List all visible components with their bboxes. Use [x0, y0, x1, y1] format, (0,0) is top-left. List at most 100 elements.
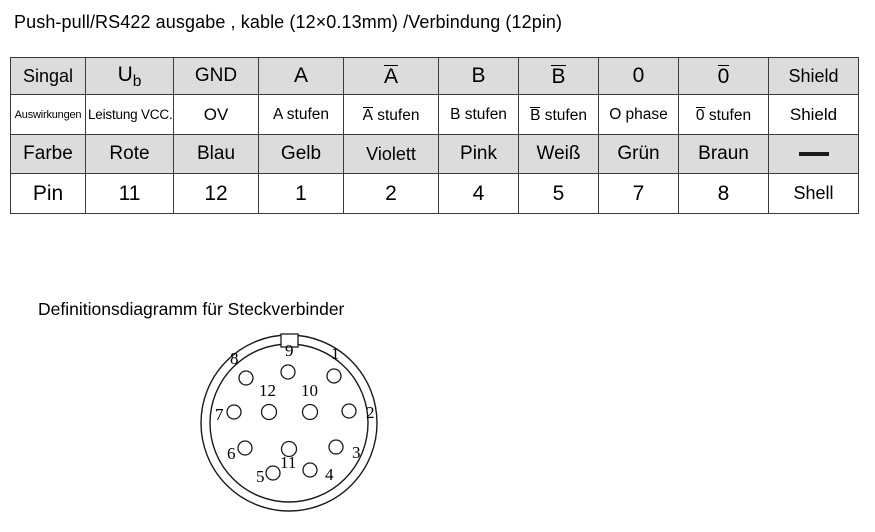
connector-pin-label-8: 8 — [230, 349, 239, 368]
cell-suffix: stufen — [704, 106, 752, 124]
cell-text: 4 — [472, 181, 485, 205]
cell-text: A — [383, 65, 398, 88]
cell-text: Rote — [109, 143, 150, 164]
connector-pin-4 — [302, 462, 318, 478]
connector-pin-label-4: 4 — [325, 465, 334, 484]
connector-pin-8 — [238, 370, 254, 386]
table-cell: 8 — [678, 173, 769, 214]
table-cell: Farbe — [10, 134, 86, 174]
cell-text: OV — [203, 104, 229, 124]
cell-text: 1 — [295, 181, 307, 205]
connector-pin-label-12: 12 — [259, 381, 276, 400]
cell-text: Shield — [788, 65, 839, 86]
table-cell: OV — [173, 94, 259, 135]
page-title: Push-pull/RS422 ausgabe , kable (12×0.13… — [14, 12, 563, 32]
cell-text: 11 — [118, 181, 141, 205]
table-header-cell: GND — [173, 57, 259, 95]
cell-suffix: stufen — [372, 106, 420, 124]
table-header-cell: B — [438, 57, 519, 95]
table-row: Farbe Rote Blau Gelb Violett Pink Weiß Grün Brau… — [10, 134, 859, 174]
cell-text: Pin — [32, 181, 64, 205]
cell-suffix: stufen — [540, 106, 587, 124]
table-cell: 11 — [85, 173, 174, 214]
table-cell: Blau — [173, 134, 259, 174]
table-header-cell: Singal — [10, 57, 86, 95]
table-cell: 12 — [173, 173, 259, 214]
cell-text: Gelb — [280, 143, 322, 164]
table-cell: 4 — [438, 173, 519, 214]
cell-text: Pink — [460, 143, 497, 164]
table-cell: 0 stufen — [678, 94, 769, 135]
cell-subscript: b — [132, 72, 142, 90]
pinout-table: Singal Ub GND A A B B 0 0 Shield Auswirkungen Leist… — [10, 57, 859, 214]
table-cell: Leistung VCC. — [85, 94, 174, 135]
table-header-cell: B — [518, 57, 599, 95]
cell-text: Blau — [196, 143, 236, 164]
connector-pin-label-3: 3 — [352, 443, 361, 462]
connector-pin-2 — [341, 403, 357, 419]
cell-text: Weiß — [536, 143, 581, 164]
cell-text: B — [471, 64, 486, 87]
connector-pinout-diagram: 1 2 3 4 5 6 7 8 9 10 11 12 — [188, 328, 388, 528]
dash-mark — [798, 151, 829, 156]
table-row: Pin 11 12 1 2 4 5 7 8 Shell — [10, 173, 859, 214]
table-header-cell: A — [343, 57, 439, 95]
cell-text: 5 — [552, 181, 565, 205]
connector-pin-label-5: 5 — [256, 467, 265, 486]
connector-pin-label-6: 6 — [227, 444, 236, 463]
connector-pin-label-7: 7 — [215, 405, 224, 424]
table-cell: Gelb — [258, 134, 344, 174]
table-cell: 1 — [258, 173, 344, 214]
connector-pin-label-2: 2 — [366, 403, 375, 422]
table-row: Singal Ub GND A A B B 0 0 Shield — [10, 57, 859, 95]
table-header-cell: Ub — [85, 57, 174, 95]
table-cell: Braun — [678, 134, 769, 174]
cell-text: 0 — [717, 65, 730, 88]
table-cell: B stufen — [518, 94, 599, 135]
cell-text: GND — [194, 65, 238, 86]
table-header-cell: A — [258, 57, 344, 95]
cell-text: Shield — [789, 104, 838, 124]
table-cell: 7 — [598, 173, 679, 214]
table-cell: B stufen — [438, 94, 519, 135]
connector-pin-9 — [280, 364, 296, 380]
cell-text: 0 — [695, 106, 705, 124]
cell-text: Farbe — [23, 143, 73, 164]
connector-pin-12 — [260, 403, 278, 421]
cell-text: Leistung VCC. — [88, 107, 173, 122]
table-cell: O phase — [598, 94, 679, 135]
table-cell — [768, 134, 859, 174]
cell-text: 7 — [632, 181, 645, 205]
cell-text: 8 — [717, 181, 730, 205]
table-cell: Rote — [85, 134, 174, 174]
table-cell: Grün — [598, 134, 679, 174]
cell-text: Violett — [366, 143, 416, 164]
table-header-cell: Shield — [768, 57, 859, 95]
connector-pin-label-9: 9 — [285, 341, 294, 360]
table-header-cell: 0 — [678, 57, 769, 95]
table-cell: A stufen — [343, 94, 439, 135]
cell-text: 12 — [204, 181, 228, 205]
table-cell: Violett — [343, 134, 439, 174]
table-cell: Shield — [768, 94, 859, 135]
table-row: Auswirkungen Leistung VCC. OV A stufen A stu… — [10, 94, 859, 135]
pinout-table-container: Singal Ub GND A A B B 0 0 Shield Auswirkungen Leist… — [10, 57, 859, 214]
table-cell: 2 — [343, 173, 439, 214]
table-cell: Shell — [768, 173, 859, 214]
cell-text: B — [530, 106, 541, 124]
connector-pin-1 — [326, 368, 342, 384]
connector-pin-label-10: 10 — [301, 381, 318, 400]
table-cell: Pink — [438, 134, 519, 174]
cell-text: B — [551, 65, 566, 88]
cell-text: 0 — [632, 64, 645, 87]
cell-text: Singal — [22, 65, 74, 86]
cell-text: U — [117, 62, 133, 86]
cell-text: Shell — [793, 183, 834, 203]
table-cell: Pin — [10, 173, 86, 214]
connector-pin-3 — [328, 439, 344, 455]
connector-svg: 12345678 9101112 — [200, 333, 378, 512]
cell-text: 2 — [385, 181, 397, 205]
cell-text: Braun — [698, 143, 749, 164]
connector-pin-10 — [301, 403, 319, 421]
cell-text: B stufen — [450, 105, 507, 123]
